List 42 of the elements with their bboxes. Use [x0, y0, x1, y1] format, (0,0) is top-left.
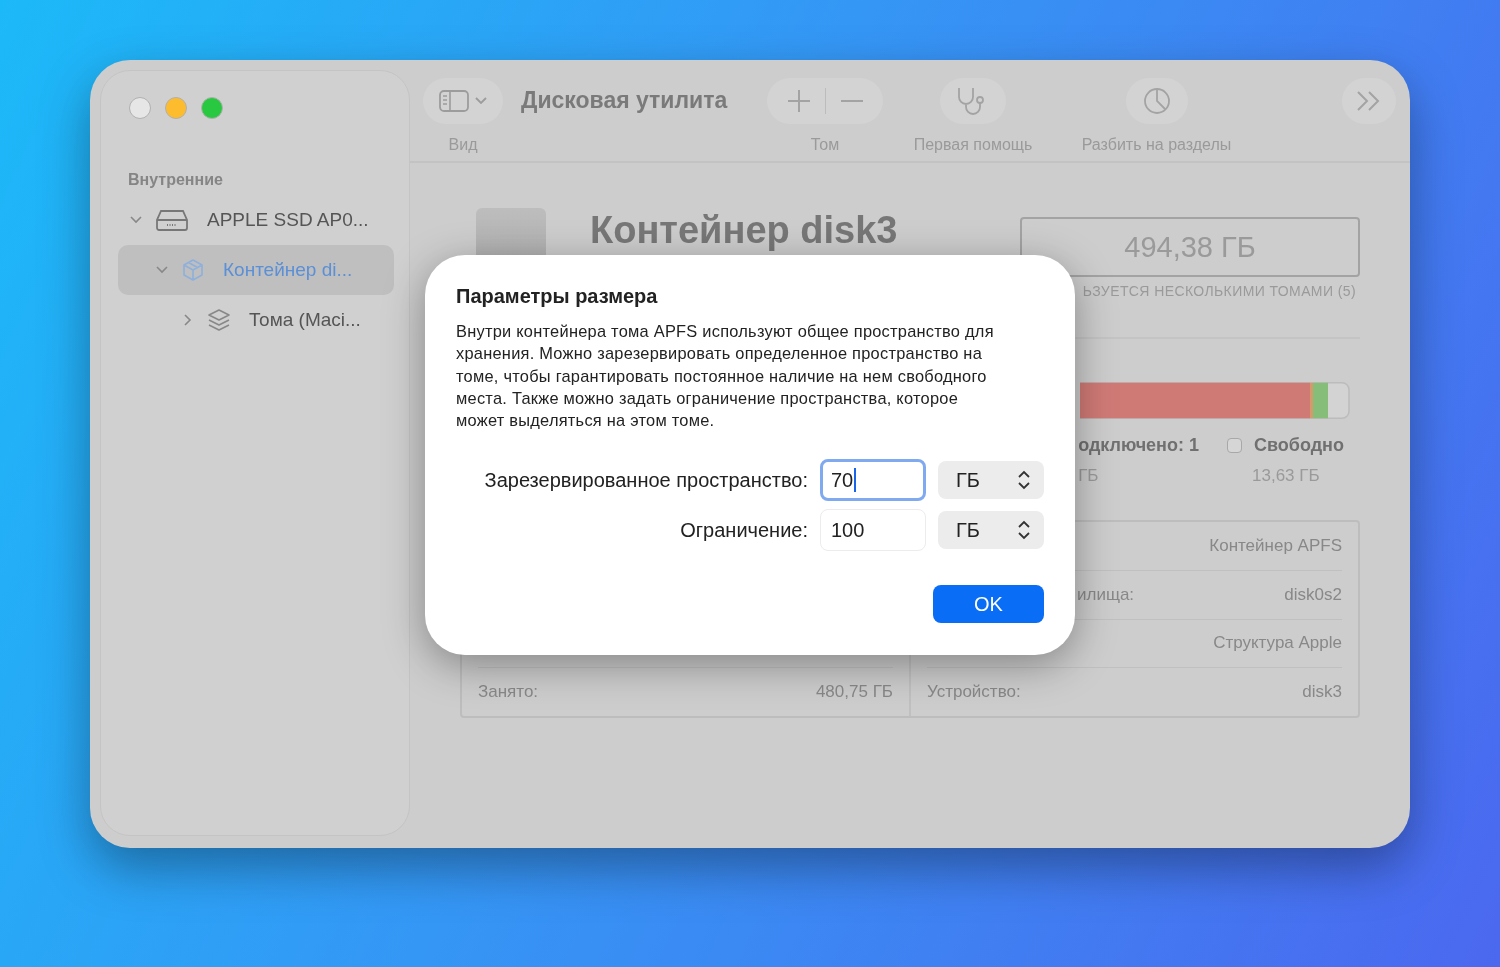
unit-select[interactable]: ГБ [938, 511, 1044, 550]
plus-icon [786, 89, 811, 113]
size-input-field[interactable]: 100 [820, 509, 926, 552]
field-label: Зарезервированное пространство: [483, 469, 808, 492]
info-value: disk0s2 [1284, 584, 1342, 605]
layers-icon [207, 308, 231, 332]
container-title: Контейнер disk3 [590, 209, 898, 253]
dialog-description: Внутри контейнера тома APFS используют общее пространство для хранения. Можно зарезервировать определенное пространство на томе, чтобы гарантировать постоянное наличие на нем свободного места. Также можно задать ограничение пространства, которое может выделяться на этом томе. [456, 321, 995, 432]
info-label: илища: [1077, 584, 1135, 605]
field-label: Ограничение: [679, 519, 808, 542]
caret-icon [475, 97, 487, 105]
dialog-title: Параметры размера [456, 285, 659, 308]
zoom-window-button[interactable] [201, 97, 223, 119]
info-label: Занято: [478, 682, 539, 702]
unit-select[interactable]: ГБ [938, 461, 1044, 500]
close-window-button[interactable] [129, 97, 151, 119]
up-down-chevron-icon [1018, 520, 1030, 541]
sidebar-item[interactable]: APPLE SSD AP0... [118, 195, 394, 245]
sidebar-heading: Внутренние [128, 171, 224, 189]
first-aid-button[interactable] [940, 78, 1006, 124]
minimize-window-button[interactable] [165, 97, 187, 119]
view-button[interactable] [423, 78, 503, 124]
up-down-chevron-icon [1018, 470, 1030, 491]
drive-icon [155, 208, 189, 232]
more-button[interactable] [1342, 78, 1396, 124]
partition-button[interactable] [1125, 78, 1188, 124]
window-title: Дисковая утилита [521, 86, 729, 115]
legend-label: одключено: 1 [1078, 435, 1199, 456]
sidebar-icon [439, 90, 469, 112]
cube-icon [181, 258, 205, 282]
pie-chart-icon [1142, 87, 1171, 115]
ok-button[interactable]: OK [933, 585, 1044, 623]
info-label: Устройство: [927, 682, 1021, 703]
sidebar-item[interactable]: Тома (Maci... [118, 295, 394, 345]
info-value: 480,75 ГБ [815, 682, 893, 702]
info-value: disk3 [1302, 682, 1342, 703]
legend-label: Свободно [1254, 435, 1344, 456]
info-value: Контейнер APFS [1209, 535, 1342, 556]
size-input-field[interactable]: 70 [820, 459, 926, 502]
double-chevron-icon [1356, 90, 1382, 112]
minus-icon [839, 99, 864, 103]
info-value: Структура Apple [1213, 633, 1342, 654]
